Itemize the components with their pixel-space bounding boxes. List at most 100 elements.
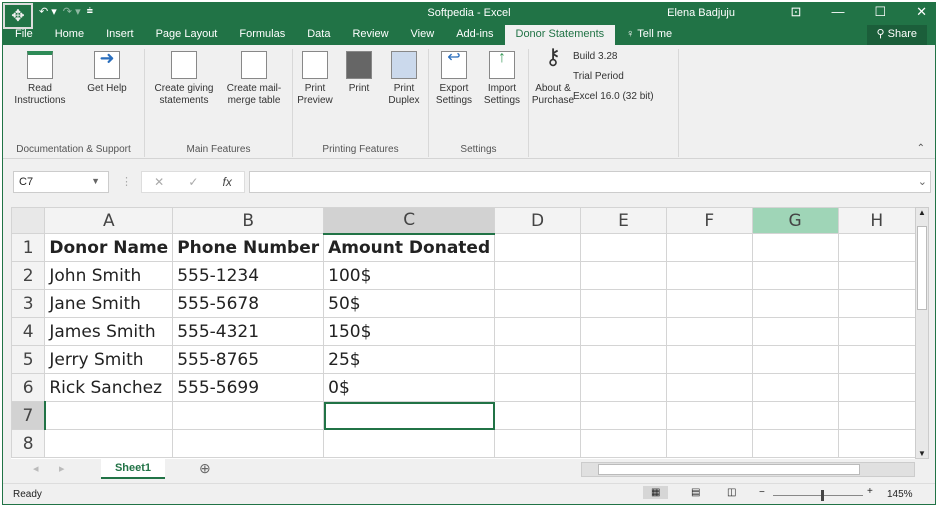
row-header[interactable]: 6 — [10, 373, 46, 402]
add-sheet-icon[interactable]: ⊕ — [199, 460, 211, 477]
row-header[interactable]: 4 — [10, 317, 46, 346]
scrollbar-thumb[interactable] — [917, 226, 927, 310]
scrollbar-thumb[interactable] — [598, 464, 860, 475]
cell-b1[interactable]: Phone Number — [172, 233, 325, 262]
print-button[interactable]: Print — [339, 49, 379, 95]
scroll-down-icon[interactable]: ▼ — [918, 449, 926, 458]
cell-d5[interactable] — [494, 345, 582, 374]
column-header-b[interactable]: B — [172, 207, 325, 234]
cell-e6[interactable] — [580, 373, 667, 402]
user-name[interactable]: Elena Badjuju — [667, 7, 735, 19]
row-header[interactable]: 7 — [10, 401, 46, 430]
chevron-down-icon[interactable]: ▼ — [91, 176, 100, 186]
zoom-slider-thumb[interactable] — [821, 490, 824, 501]
name-box[interactable]: C7 ▼ — [13, 171, 109, 193]
get-help-button[interactable]: ➜ Get Help — [77, 49, 137, 95]
cell-h4[interactable] — [837, 317, 917, 346]
cell-c2[interactable]: 100$ — [323, 261, 496, 290]
cell-a5[interactable]: Jerry Smith — [44, 345, 174, 374]
formula-input[interactable] — [249, 171, 931, 193]
cell-f5[interactable] — [665, 345, 753, 374]
prev-sheet-icon[interactable]: ◂ — [33, 462, 39, 475]
cell-e7[interactable] — [580, 401, 667, 430]
cell-g5[interactable] — [751, 345, 839, 374]
cell-h2[interactable] — [837, 261, 917, 290]
zoom-out-icon[interactable]: − — [759, 487, 765, 498]
tab-page-layout[interactable]: Page Layout — [145, 25, 229, 45]
column-header-g[interactable]: G — [751, 207, 839, 234]
column-header-f[interactable]: F — [665, 207, 753, 234]
cell-b8[interactable] — [172, 429, 325, 458]
cell-a1[interactable]: Donor Name — [44, 233, 174, 262]
sheet-tab[interactable]: Sheet1 — [101, 459, 165, 479]
cell-d3[interactable] — [494, 289, 582, 318]
cell-f3[interactable] — [665, 289, 753, 318]
maximize-icon[interactable]: ☐ — [874, 4, 886, 20]
scroll-up-icon[interactable]: ▲ — [918, 208, 926, 217]
print-duplex-button[interactable]: Print Duplex — [383, 49, 425, 107]
cell-e5[interactable] — [580, 345, 667, 374]
tab-formulas[interactable]: Formulas — [228, 25, 296, 45]
cell-b4[interactable]: 555-4321 — [172, 317, 325, 346]
cell-g6[interactable] — [751, 373, 839, 402]
cell-c8[interactable] — [323, 429, 496, 458]
row-header[interactable]: 8 — [10, 429, 46, 458]
zoom-level[interactable]: 145% — [887, 489, 913, 500]
column-header-c[interactable]: C — [323, 207, 496, 235]
import-settings-button[interactable]: ↑ Import Settings — [479, 49, 525, 107]
cell-e4[interactable] — [580, 317, 667, 346]
cell-c3[interactable]: 50$ — [323, 289, 496, 318]
column-header-h[interactable]: H — [837, 207, 917, 234]
tab-add-ins[interactable]: Add-ins — [445, 25, 504, 45]
read-instructions-button[interactable]: Read Instructions — [7, 49, 73, 107]
next-sheet-icon[interactable]: ▸ — [59, 462, 65, 475]
cell-b3[interactable]: 555-5678 — [172, 289, 325, 318]
cell-a2[interactable]: John Smith — [44, 261, 174, 290]
share-button[interactable]: ⚲ Share — [866, 25, 927, 45]
cell-f6[interactable] — [665, 373, 753, 402]
cell-d2[interactable] — [494, 261, 582, 290]
create-mail-merge-button[interactable]: Create mail-merge table — [219, 49, 289, 107]
cell-b7[interactable] — [172, 401, 325, 430]
cell-b5[interactable]: 555-8765 — [172, 345, 325, 374]
cell-f8[interactable] — [665, 429, 753, 458]
enter-icon[interactable]: ✓ — [188, 175, 198, 189]
horizontal-scrollbar[interactable] — [581, 462, 915, 477]
cell-d1[interactable] — [494, 233, 582, 262]
cell-g8[interactable] — [751, 429, 839, 458]
cell-h5[interactable] — [837, 345, 917, 374]
print-preview-button[interactable]: Print Preview — [295, 49, 335, 107]
cell-h7[interactable] — [837, 401, 917, 430]
cell-f1[interactable] — [665, 233, 753, 262]
cell-g1[interactable] — [751, 233, 839, 262]
vertical-scrollbar[interactable]: ▲ ▼ — [915, 207, 929, 459]
page-break-view-icon[interactable]: ◫ — [727, 487, 736, 498]
cell-c4[interactable]: 150$ — [323, 317, 496, 346]
row-header[interactable]: 3 — [10, 289, 46, 318]
cell-h8[interactable] — [837, 429, 917, 458]
collapse-ribbon-icon[interactable]: ⌃ — [917, 143, 925, 154]
cell-a3[interactable]: Jane Smith — [44, 289, 174, 318]
export-settings-button[interactable]: ↩ Export Settings — [431, 49, 477, 107]
tab-tell-me[interactable]: ♀ Tell me — [615, 25, 683, 45]
cell-c7[interactable] — [323, 401, 496, 430]
expand-formula-icon[interactable]: ⌄ — [918, 175, 927, 188]
tab-view[interactable]: View — [400, 25, 446, 45]
cell-f2[interactable] — [665, 261, 753, 290]
column-header-e[interactable]: E — [580, 207, 667, 234]
tab-data[interactable]: Data — [296, 25, 341, 45]
cell-f7[interactable] — [665, 401, 753, 430]
cell-d4[interactable] — [494, 317, 582, 346]
cell-g4[interactable] — [751, 317, 839, 346]
cell-a8[interactable] — [44, 429, 174, 458]
cell-b2[interactable]: 555-1234 — [172, 261, 325, 290]
insert-function-icon[interactable]: fx — [223, 175, 232, 189]
cell-d8[interactable] — [494, 429, 582, 458]
row-header[interactable]: 5 — [10, 345, 46, 374]
cell-a7[interactable] — [44, 401, 174, 430]
page-layout-view-icon[interactable]: ▤ — [691, 487, 700, 498]
close-icon[interactable]: ✕ — [916, 4, 927, 20]
cell-e1[interactable] — [580, 233, 667, 262]
cell-c6[interactable]: 0$ — [323, 373, 496, 402]
select-all-corner[interactable] — [10, 207, 46, 234]
